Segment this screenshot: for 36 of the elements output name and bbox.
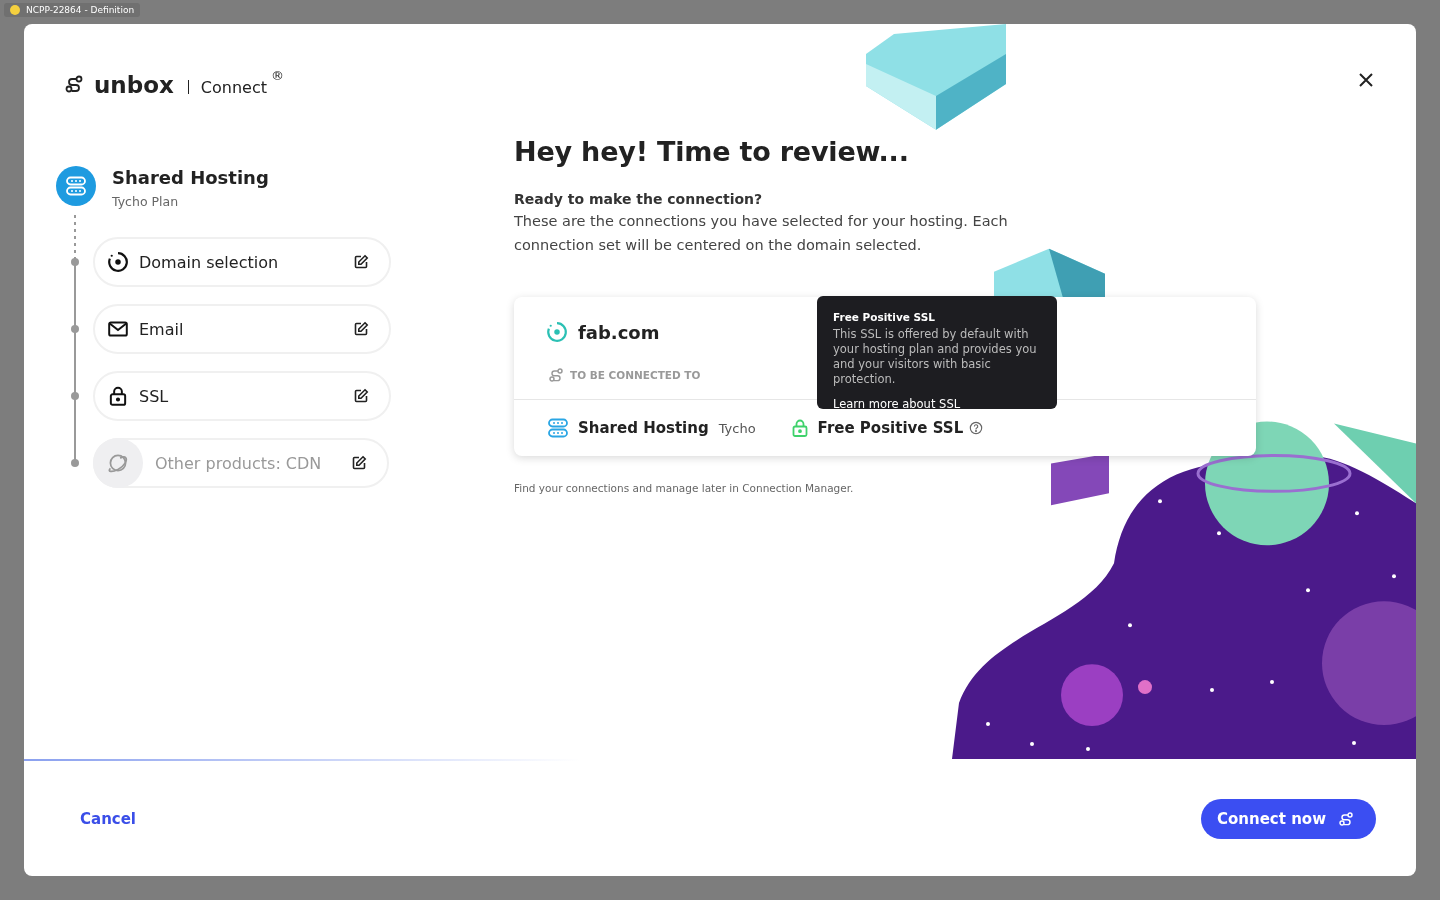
window-title: NCPP-22864 - Definition bbox=[4, 3, 141, 17]
step-item[interactable]: Email bbox=[93, 304, 391, 354]
envelope-icon bbox=[107, 318, 129, 340]
connection-caption: TO BE CONNECTED TO bbox=[570, 369, 701, 381]
help-icon[interactable] bbox=[969, 421, 984, 435]
step-item[interactable]: Domain selection bbox=[93, 237, 391, 287]
domain-name: fab.com bbox=[578, 321, 660, 343]
plan-name: Tycho bbox=[718, 420, 756, 436]
product-name: Shared Hosting bbox=[578, 419, 709, 437]
link-icon bbox=[548, 367, 564, 383]
product-name: Free Positive SSL bbox=[817, 419, 964, 437]
page-heading: Hey hey! Time to review... bbox=[514, 136, 910, 167]
edit-icon[interactable] bbox=[353, 254, 369, 270]
cancel-button[interactable]: Cancel bbox=[80, 805, 136, 832]
server-icon bbox=[64, 174, 88, 198]
edit-icon[interactable] bbox=[353, 388, 369, 404]
server-icon bbox=[546, 416, 570, 440]
step-item[interactable]: SSL bbox=[93, 371, 391, 421]
tooltip-title: Free Positive SSL bbox=[833, 310, 936, 325]
tooltip-text: This SSL is offered by default with your hosting plan and provides you and your visitors with basic protection. bbox=[833, 327, 1038, 387]
intro-title: Ready to make the connection? bbox=[514, 191, 764, 207]
plan-subtitle: Tycho Plan bbox=[112, 194, 180, 209]
learn-more-link[interactable]: Learn more about SSL bbox=[833, 397, 961, 412]
brand-name: unbox bbox=[94, 72, 174, 98]
link-icon bbox=[64, 74, 84, 94]
target-icon bbox=[546, 321, 568, 343]
target-icon bbox=[107, 251, 129, 273]
registered-mark: ® bbox=[271, 68, 284, 83]
plan-title: Shared Hosting bbox=[112, 167, 269, 188]
footnote-text: Find your connections and manage later in Connection Manager. bbox=[514, 482, 855, 494]
product-name: Connect bbox=[200, 78, 267, 97]
intro-text: These are the connections you have selected for your hosting. Each connection set will be centered on the domain selected. bbox=[514, 212, 1009, 255]
lock-icon bbox=[107, 385, 129, 407]
link-icon bbox=[1338, 810, 1354, 827]
connect-now-button[interactable]: Connect now bbox=[1201, 798, 1376, 839]
edit-icon[interactable] bbox=[353, 321, 369, 337]
